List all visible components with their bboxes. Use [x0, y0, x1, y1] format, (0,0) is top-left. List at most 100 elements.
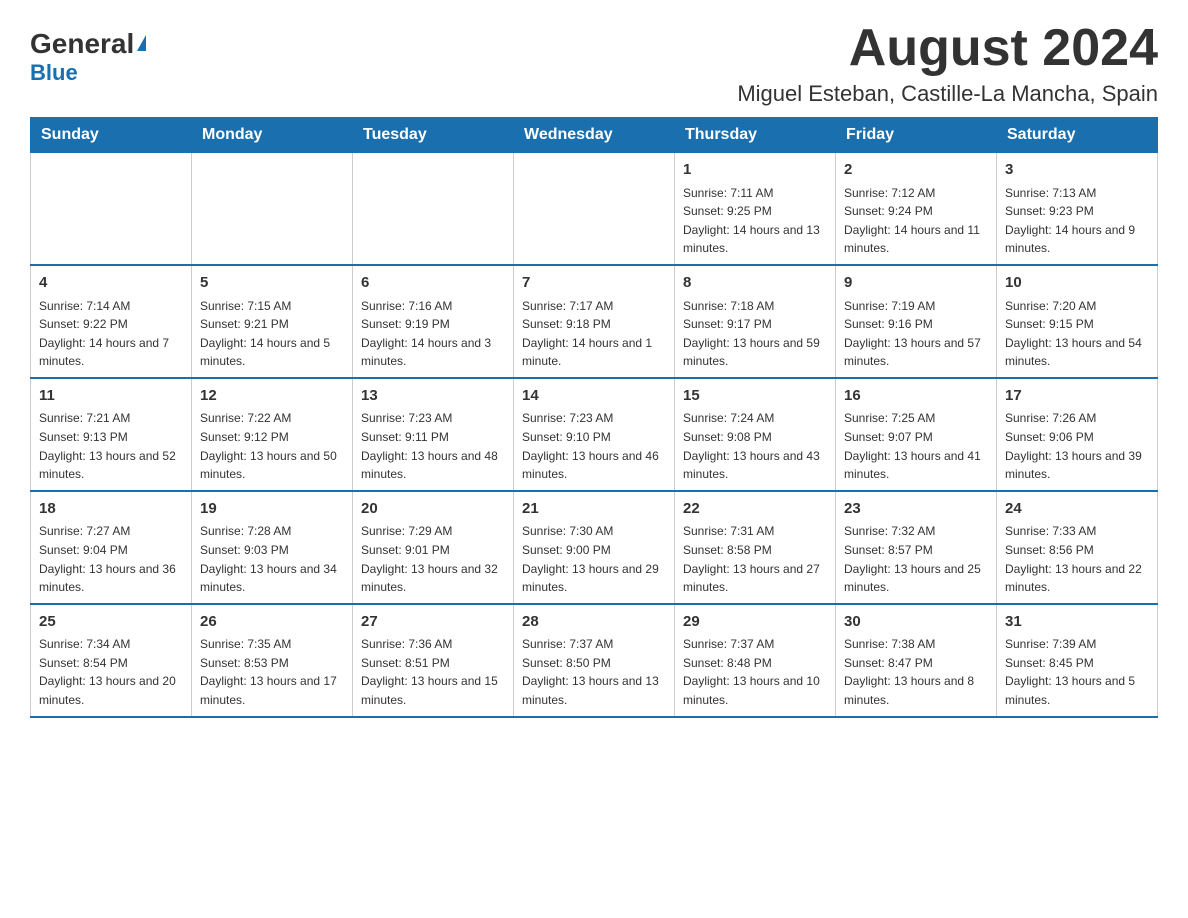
day-cell: 1Sunrise: 7:11 AMSunset: 9:25 PMDaylight…	[675, 153, 836, 265]
day-cell: 26Sunrise: 7:35 AMSunset: 8:53 PMDayligh…	[192, 604, 353, 717]
day-number: 10	[1005, 272, 1149, 295]
day-cell: 29Sunrise: 7:37 AMSunset: 8:48 PMDayligh…	[675, 604, 836, 717]
day-cell: 24Sunrise: 7:33 AMSunset: 8:56 PMDayligh…	[997, 491, 1158, 604]
column-header-saturday: Saturday	[997, 118, 1158, 153]
day-cell: 22Sunrise: 7:31 AMSunset: 8:58 PMDayligh…	[675, 491, 836, 604]
day-cell: 12Sunrise: 7:22 AMSunset: 9:12 PMDayligh…	[192, 378, 353, 491]
day-cell	[353, 153, 514, 265]
day-cell: 5Sunrise: 7:15 AMSunset: 9:21 PMDaylight…	[192, 265, 353, 378]
day-info: Sunrise: 7:17 AMSunset: 9:18 PMDaylight:…	[522, 297, 666, 371]
day-info: Sunrise: 7:19 AMSunset: 9:16 PMDaylight:…	[844, 297, 988, 371]
day-number: 29	[683, 611, 827, 634]
week-row-2: 4Sunrise: 7:14 AMSunset: 9:22 PMDaylight…	[31, 265, 1158, 378]
day-cell: 25Sunrise: 7:34 AMSunset: 8:54 PMDayligh…	[31, 604, 192, 717]
day-info: Sunrise: 7:38 AMSunset: 8:47 PMDaylight:…	[844, 635, 988, 709]
day-info: Sunrise: 7:37 AMSunset: 8:50 PMDaylight:…	[522, 635, 666, 709]
day-info: Sunrise: 7:14 AMSunset: 9:22 PMDaylight:…	[39, 297, 183, 371]
day-cell: 13Sunrise: 7:23 AMSunset: 9:11 PMDayligh…	[353, 378, 514, 491]
day-info: Sunrise: 7:28 AMSunset: 9:03 PMDaylight:…	[200, 522, 344, 596]
day-info: Sunrise: 7:22 AMSunset: 9:12 PMDaylight:…	[200, 409, 344, 483]
day-info: Sunrise: 7:11 AMSunset: 9:25 PMDaylight:…	[683, 184, 827, 258]
column-header-monday: Monday	[192, 118, 353, 153]
day-info: Sunrise: 7:16 AMSunset: 9:19 PMDaylight:…	[361, 297, 505, 371]
day-cell: 16Sunrise: 7:25 AMSunset: 9:07 PMDayligh…	[836, 378, 997, 491]
day-cell: 9Sunrise: 7:19 AMSunset: 9:16 PMDaylight…	[836, 265, 997, 378]
day-cell: 8Sunrise: 7:18 AMSunset: 9:17 PMDaylight…	[675, 265, 836, 378]
day-number: 2	[844, 159, 988, 182]
day-cell: 2Sunrise: 7:12 AMSunset: 9:24 PMDaylight…	[836, 153, 997, 265]
day-info: Sunrise: 7:12 AMSunset: 9:24 PMDaylight:…	[844, 184, 988, 258]
day-cell: 18Sunrise: 7:27 AMSunset: 9:04 PMDayligh…	[31, 491, 192, 604]
day-info: Sunrise: 7:34 AMSunset: 8:54 PMDaylight:…	[39, 635, 183, 709]
day-cell: 11Sunrise: 7:21 AMSunset: 9:13 PMDayligh…	[31, 378, 192, 491]
day-info: Sunrise: 7:32 AMSunset: 8:57 PMDaylight:…	[844, 522, 988, 596]
day-info: Sunrise: 7:21 AMSunset: 9:13 PMDaylight:…	[39, 409, 183, 483]
calendar-table: SundayMondayTuesdayWednesdayThursdayFrid…	[30, 117, 1158, 717]
header-row: SundayMondayTuesdayWednesdayThursdayFrid…	[31, 118, 1158, 153]
day-info: Sunrise: 7:35 AMSunset: 8:53 PMDaylight:…	[200, 635, 344, 709]
day-number: 23	[844, 498, 988, 521]
day-cell	[514, 153, 675, 265]
column-header-sunday: Sunday	[31, 118, 192, 153]
column-header-friday: Friday	[836, 118, 997, 153]
day-cell: 10Sunrise: 7:20 AMSunset: 9:15 PMDayligh…	[997, 265, 1158, 378]
day-number: 11	[39, 385, 183, 408]
day-cell: 17Sunrise: 7:26 AMSunset: 9:06 PMDayligh…	[997, 378, 1158, 491]
day-number: 6	[361, 272, 505, 295]
day-number: 14	[522, 385, 666, 408]
day-number: 31	[1005, 611, 1149, 634]
day-number: 15	[683, 385, 827, 408]
day-number: 5	[200, 272, 344, 295]
day-cell	[192, 153, 353, 265]
day-number: 25	[39, 611, 183, 634]
day-info: Sunrise: 7:39 AMSunset: 8:45 PMDaylight:…	[1005, 635, 1149, 709]
day-cell: 20Sunrise: 7:29 AMSunset: 9:01 PMDayligh…	[353, 491, 514, 604]
day-number: 18	[39, 498, 183, 521]
day-cell: 21Sunrise: 7:30 AMSunset: 9:00 PMDayligh…	[514, 491, 675, 604]
column-header-tuesday: Tuesday	[353, 118, 514, 153]
day-number: 13	[361, 385, 505, 408]
day-cell: 27Sunrise: 7:36 AMSunset: 8:51 PMDayligh…	[353, 604, 514, 717]
day-info: Sunrise: 7:25 AMSunset: 9:07 PMDaylight:…	[844, 409, 988, 483]
day-cell: 23Sunrise: 7:32 AMSunset: 8:57 PMDayligh…	[836, 491, 997, 604]
day-number: 21	[522, 498, 666, 521]
day-info: Sunrise: 7:20 AMSunset: 9:15 PMDaylight:…	[1005, 297, 1149, 371]
day-number: 9	[844, 272, 988, 295]
day-number: 3	[1005, 159, 1149, 182]
day-cell: 3Sunrise: 7:13 AMSunset: 9:23 PMDaylight…	[997, 153, 1158, 265]
day-info: Sunrise: 7:23 AMSunset: 9:11 PMDaylight:…	[361, 409, 505, 483]
day-number: 8	[683, 272, 827, 295]
day-cell: 14Sunrise: 7:23 AMSunset: 9:10 PMDayligh…	[514, 378, 675, 491]
day-info: Sunrise: 7:13 AMSunset: 9:23 PMDaylight:…	[1005, 184, 1149, 258]
week-row-3: 11Sunrise: 7:21 AMSunset: 9:13 PMDayligh…	[31, 378, 1158, 491]
day-number: 22	[683, 498, 827, 521]
day-cell: 30Sunrise: 7:38 AMSunset: 8:47 PMDayligh…	[836, 604, 997, 717]
day-number: 27	[361, 611, 505, 634]
logo-general: General	[30, 30, 134, 58]
day-number: 17	[1005, 385, 1149, 408]
week-row-5: 25Sunrise: 7:34 AMSunset: 8:54 PMDayligh…	[31, 604, 1158, 717]
week-row-4: 18Sunrise: 7:27 AMSunset: 9:04 PMDayligh…	[31, 491, 1158, 604]
location-title: Miguel Esteban, Castille-La Mancha, Spai…	[737, 81, 1158, 107]
day-info: Sunrise: 7:23 AMSunset: 9:10 PMDaylight:…	[522, 409, 666, 483]
day-info: Sunrise: 7:33 AMSunset: 8:56 PMDaylight:…	[1005, 522, 1149, 596]
day-cell: 31Sunrise: 7:39 AMSunset: 8:45 PMDayligh…	[997, 604, 1158, 717]
day-number: 7	[522, 272, 666, 295]
week-row-1: 1Sunrise: 7:11 AMSunset: 9:25 PMDaylight…	[31, 153, 1158, 265]
day-info: Sunrise: 7:27 AMSunset: 9:04 PMDaylight:…	[39, 522, 183, 596]
day-cell	[31, 153, 192, 265]
title-area: August 2024 Miguel Esteban, Castille-La …	[737, 20, 1158, 107]
day-cell: 28Sunrise: 7:37 AMSunset: 8:50 PMDayligh…	[514, 604, 675, 717]
column-header-wednesday: Wednesday	[514, 118, 675, 153]
day-number: 28	[522, 611, 666, 634]
day-cell: 6Sunrise: 7:16 AMSunset: 9:19 PMDaylight…	[353, 265, 514, 378]
logo-blue: Blue	[30, 60, 78, 86]
day-number: 12	[200, 385, 344, 408]
day-number: 1	[683, 159, 827, 182]
day-info: Sunrise: 7:36 AMSunset: 8:51 PMDaylight:…	[361, 635, 505, 709]
day-number: 20	[361, 498, 505, 521]
day-cell: 15Sunrise: 7:24 AMSunset: 9:08 PMDayligh…	[675, 378, 836, 491]
logo-triangle-icon	[137, 35, 146, 51]
day-cell: 7Sunrise: 7:17 AMSunset: 9:18 PMDaylight…	[514, 265, 675, 378]
month-title: August 2024	[737, 20, 1158, 77]
